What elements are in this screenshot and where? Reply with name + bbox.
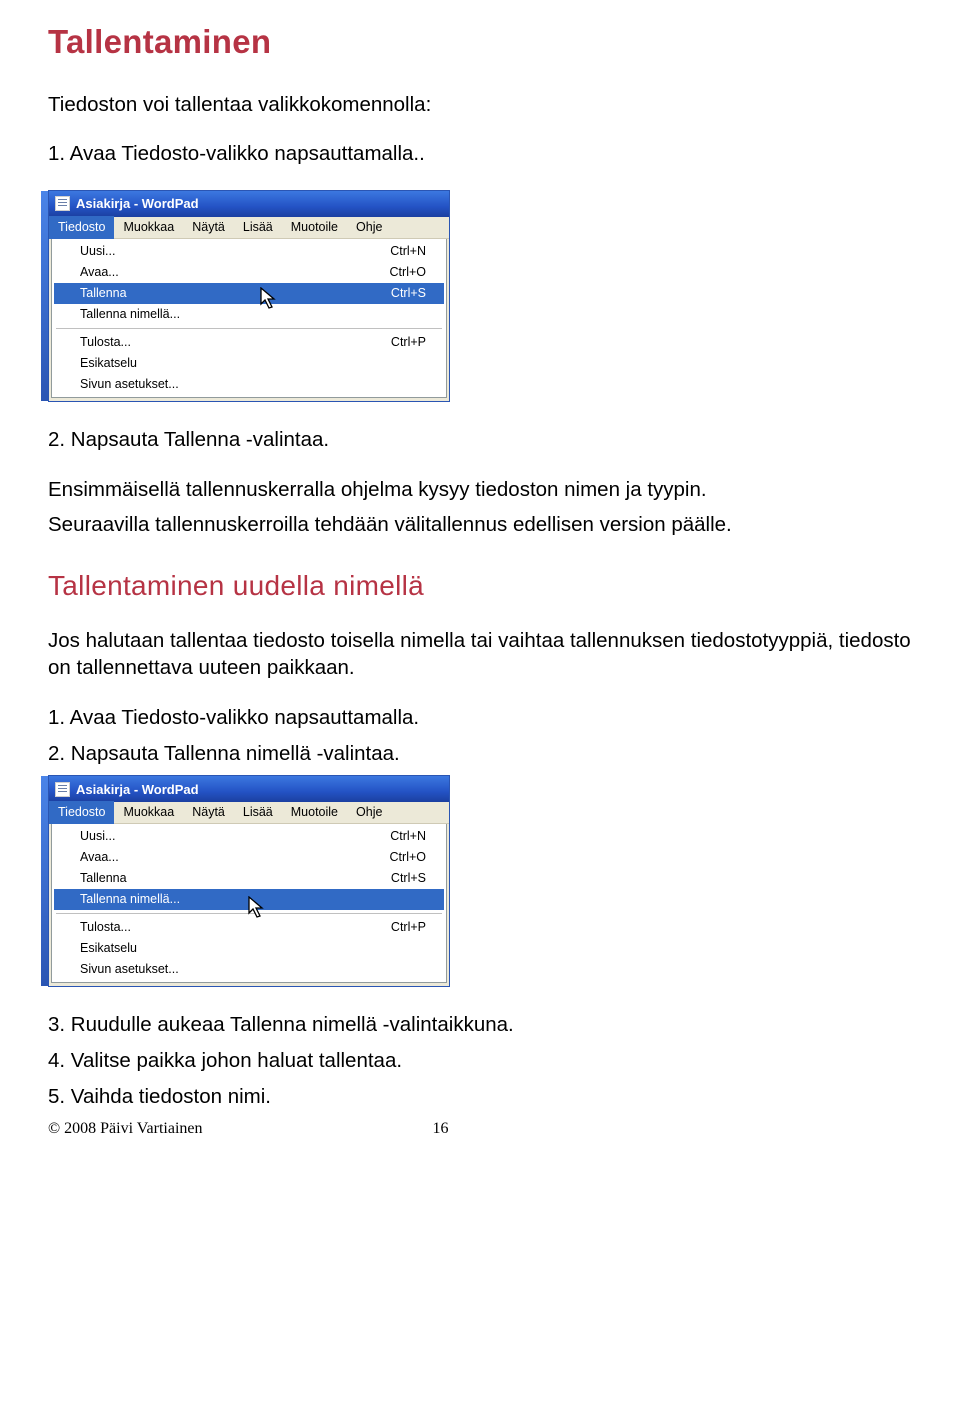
menu-item-label: Tallenna nimellä... [80,306,180,323]
menu-item-label: Esikatselu [80,940,137,957]
cursor-icon [260,287,280,313]
menu-item-label: Tulosta... [80,919,131,936]
titlebar: Asiakirja - WordPad [49,191,449,217]
intro-text: Tiedoston voi tallentaa valikkokomennoll… [48,91,912,119]
footer-copyright: © 2008 Päivi Vartiainen [48,1118,203,1140]
para-first-save-a: Ensimmäisellä tallennuskerralla ohjelma … [48,476,912,504]
menu-nayta[interactable]: Näytä [183,801,234,824]
menu-muokkaa[interactable]: Muokkaa [114,216,183,239]
menu-item-shortcut: Ctrl+S [391,870,426,887]
menu-item-label: Avaa... [80,849,119,866]
step-1-2: 2. Napsauta Tallenna -valintaa. [48,426,912,454]
menu-item-esikatselu[interactable]: Esikatselu [54,938,444,959]
menu-item-label: Uusi... [80,828,115,845]
menu-item-tallenna-nimella[interactable]: Tallenna nimellä... [54,304,444,325]
menu-item-label: Esikatselu [80,355,137,372]
menu-lisaa[interactable]: Lisää [234,801,282,824]
step-2-1: 1. Avaa Tiedosto-valikko napsauttamalla. [48,704,912,732]
menu-item-label: Sivun asetukset... [80,376,179,393]
menu-ohje[interactable]: Ohje [347,216,391,239]
menu-muotoile[interactable]: Muotoile [282,801,347,824]
wordpad-window-2: Asiakirja - WordPad Tiedosto Muokkaa Näy… [48,775,450,987]
window-left-border [41,776,48,986]
menu-item-shortcut: Ctrl+O [390,849,426,866]
menu-item-label: Tulosta... [80,334,131,351]
file-dropdown: Uusi... Ctrl+N Avaa... Ctrl+O Tallenna C… [51,824,447,983]
menu-lisaa[interactable]: Lisää [234,216,282,239]
menu-ohje[interactable]: Ohje [347,801,391,824]
cursor-icon [248,896,268,922]
menu-separator [56,328,442,329]
step-2-3: 3. Ruudulle aukeaa Tallenna nimellä -val… [48,1011,912,1039]
menu-item-uusi[interactable]: Uusi... Ctrl+N [54,826,444,847]
menu-item-tallenna[interactable]: Tallenna Ctrl+S [54,868,444,889]
wordpad-window-1: Asiakirja - WordPad Tiedosto Muokkaa Näy… [48,190,450,402]
menu-item-label: Uusi... [80,243,115,260]
heading-tallentaminen: Tallentaminen [48,20,912,65]
page-footer: © 2008 Päivi Vartiainen 16 [48,1118,912,1140]
menu-item-shortcut: Ctrl+P [391,334,426,351]
menu-item-esikatselu[interactable]: Esikatselu [54,353,444,374]
menu-item-avaa[interactable]: Avaa... Ctrl+O [54,847,444,868]
step-2-4: 4. Valitse paikka johon haluat tallentaa… [48,1047,912,1075]
menu-item-sivun-asetukset[interactable]: Sivun asetukset... [54,374,444,395]
menu-muotoile[interactable]: Muotoile [282,216,347,239]
step-2-2: 2. Napsauta Tallenna nimellä -valintaa. [48,740,912,768]
menu-nayta[interactable]: Näytä [183,216,234,239]
heading-tallentaminen-uudella: Tallentaminen uudella nimellä [48,567,912,605]
menu-muokkaa[interactable]: Muokkaa [114,801,183,824]
menubar: Tiedosto Muokkaa Näytä Lisää Muotoile Oh… [49,217,449,239]
titlebar: Asiakirja - WordPad [49,776,449,802]
menu-item-shortcut: Ctrl+P [391,919,426,936]
window-left-border [41,191,48,401]
document-icon [55,196,70,211]
menu-item-shortcut: Ctrl+N [390,243,426,260]
menu-item-label: Sivun asetukset... [80,961,179,978]
menu-item-label: Tallenna [80,285,127,302]
menu-item-shortcut: Ctrl+O [390,264,426,281]
menubar: Tiedosto Muokkaa Näytä Lisää Muotoile Oh… [49,802,449,824]
menu-item-label: Tallenna nimellä... [80,891,180,908]
step-1-1: 1. Avaa Tiedosto-valikko napsauttamalla.… [48,140,912,168]
menu-item-avaa[interactable]: Avaa... Ctrl+O [54,262,444,283]
window-title: Asiakirja - WordPad [76,781,199,799]
menu-item-shortcut: Ctrl+S [391,285,426,302]
para-new-name: Jos halutaan tallentaa tiedosto toisella… [48,627,912,682]
menu-item-uusi[interactable]: Uusi... Ctrl+N [54,241,444,262]
para-first-save-b: Seuraavilla tallennuskerroilla tehdään v… [48,511,912,539]
document-icon [55,782,70,797]
footer-page-number: 16 [433,1118,449,1140]
menu-item-label: Avaa... [80,264,119,281]
menu-item-shortcut: Ctrl+N [390,828,426,845]
menu-item-tallenna[interactable]: Tallenna Ctrl+S [54,283,444,304]
menu-item-sivun-asetukset[interactable]: Sivun asetukset... [54,959,444,980]
file-dropdown: Uusi... Ctrl+N Avaa... Ctrl+O Tallenna C… [51,239,447,398]
menu-tiedosto[interactable]: Tiedosto [49,216,114,239]
menu-tiedosto[interactable]: Tiedosto [49,801,114,824]
window-title: Asiakirja - WordPad [76,195,199,213]
menu-item-label: Tallenna [80,870,127,887]
menu-item-tulosta[interactable]: Tulosta... Ctrl+P [54,332,444,353]
step-2-5: 5. Vaihda tiedoston nimi. [48,1083,912,1111]
